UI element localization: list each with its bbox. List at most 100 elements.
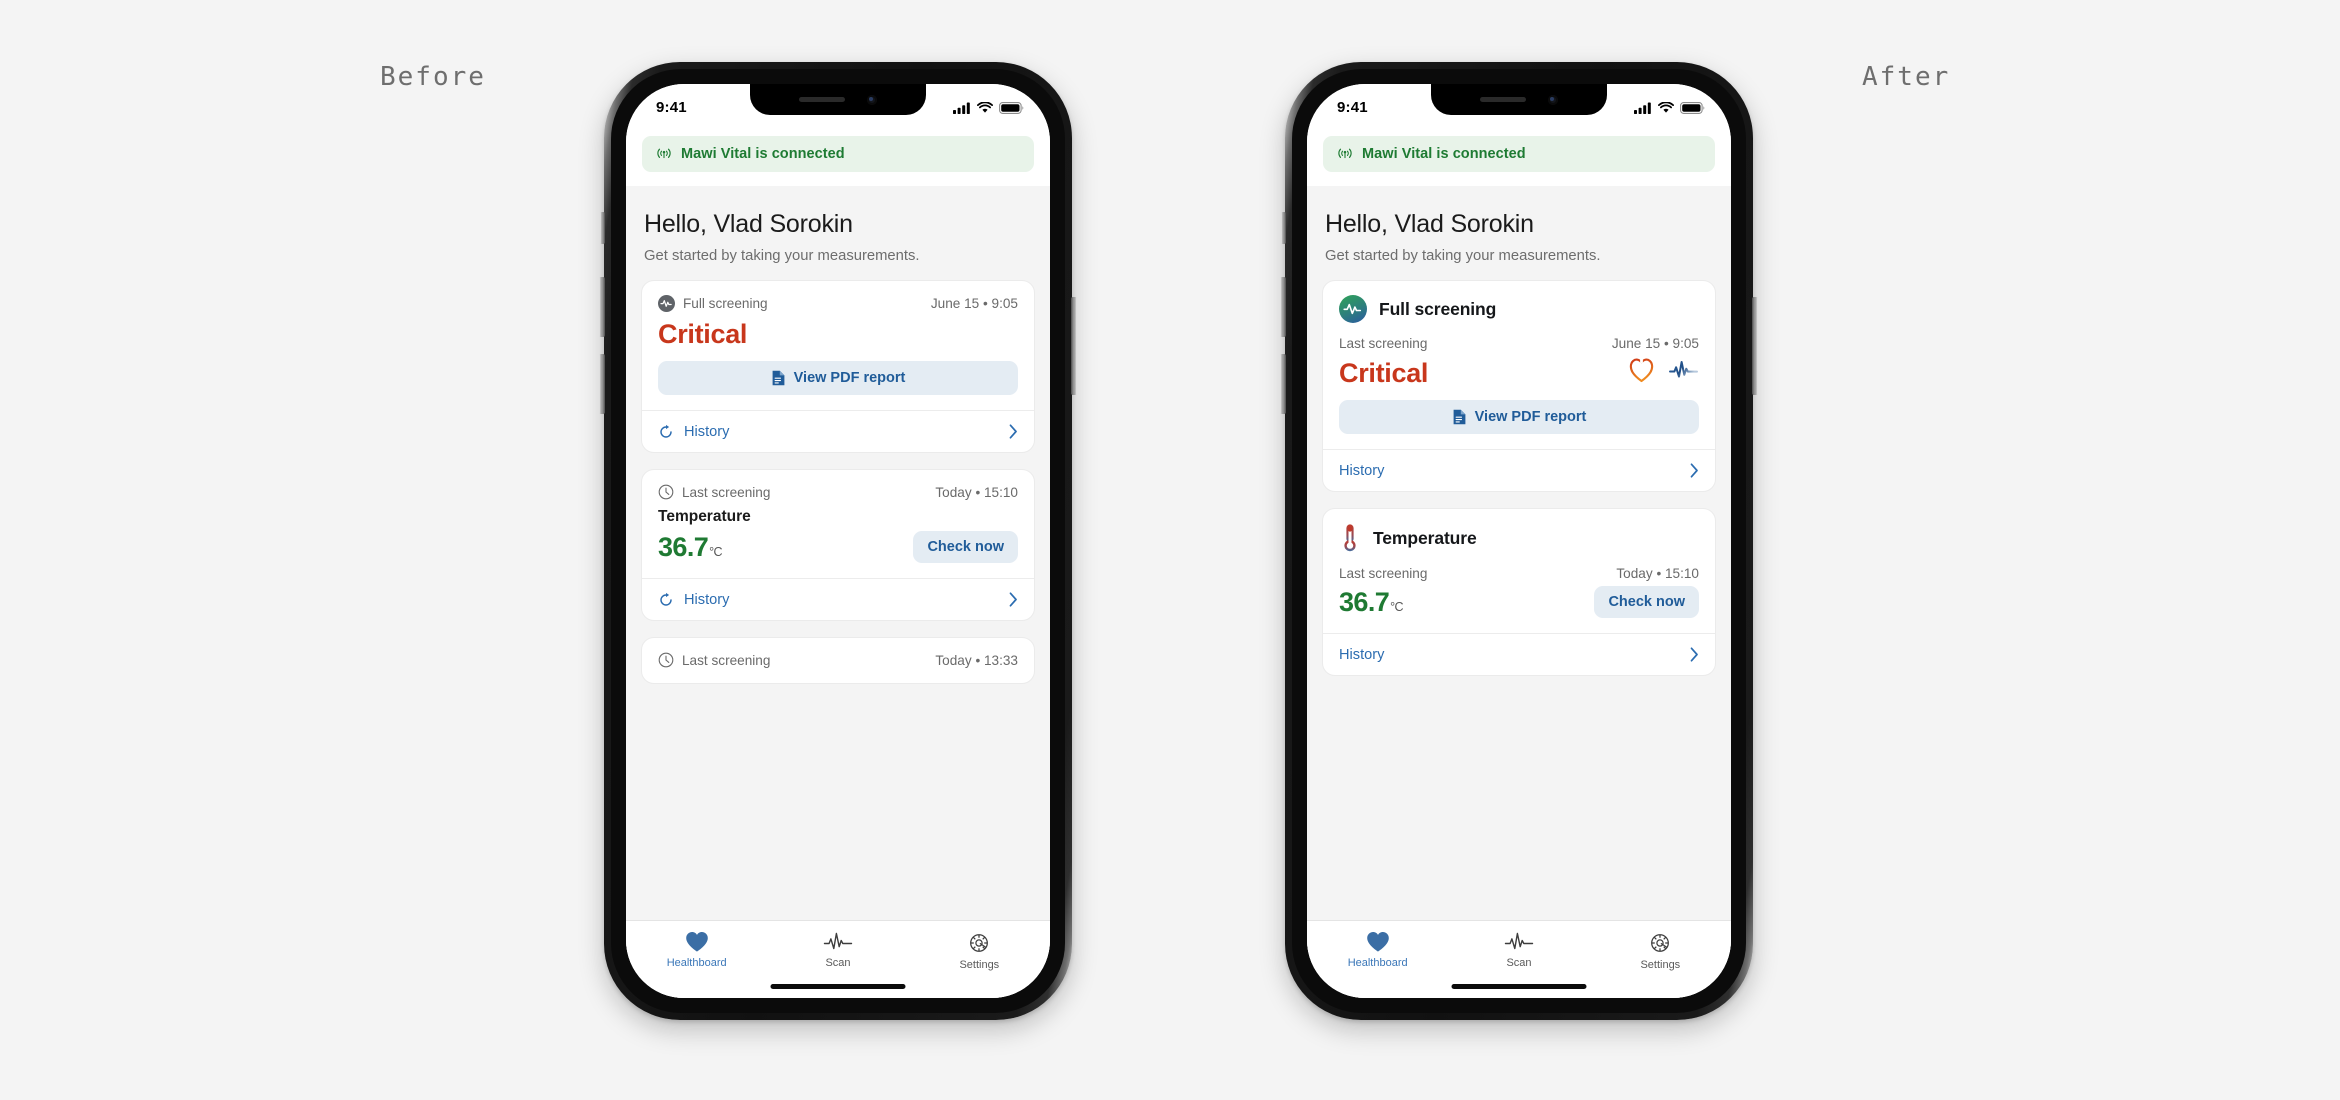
view-pdf-report-label: View PDF report (793, 370, 906, 386)
heart-icon (1366, 932, 1389, 952)
tab-scan-label: Scan (825, 957, 851, 969)
view-pdf-report-label: View PDF report (1474, 409, 1587, 425)
chevron-right-icon (1009, 424, 1017, 439)
heart-outline-icon[interactable] (1628, 356, 1655, 384)
view-pdf-report-button[interactable]: View PDF report (658, 361, 1018, 395)
card-meta-row: Last screening Today • 15:10 (658, 484, 1018, 500)
volume-up-button[interactable] (599, 277, 605, 337)
tab-settings-label: Settings (1640, 959, 1681, 971)
full-screening-meta-label: Full screening (683, 296, 768, 311)
third-card-meta-value: Today • 13:33 (935, 652, 1018, 668)
status-row: Critical (1339, 351, 1699, 389)
temperature-card: Temperature Last screening Today • 15:10… (1322, 508, 1716, 676)
temperature-title: Temperature (658, 508, 751, 525)
card-header-row: Full screening (1339, 295, 1699, 323)
power-button[interactable] (1752, 297, 1758, 395)
ecg-wave-icon[interactable] (1669, 359, 1699, 381)
temperature-value-group: 36.7 °C (1339, 586, 1404, 618)
pulse-circle-gradient-icon (1339, 295, 1367, 323)
document-icon (772, 370, 785, 386)
caption-before: Before (380, 62, 486, 92)
scroll-content-after: Hello, Vlad Sorokin Get started by takin… (1307, 186, 1731, 998)
temperature-meta-value: Today • 15:10 (1616, 566, 1699, 581)
tab-scan-label: Scan (1506, 957, 1532, 969)
broadcast-icon (1338, 148, 1352, 159)
temperature-value-row: 36.7 °C Check now (1339, 586, 1699, 618)
phone-screen-after: 9:41 Mawi Vital is connected Hello, Vlad… (1307, 84, 1731, 998)
refresh-icon (660, 424, 672, 438)
status-icon-group (1634, 101, 1705, 114)
card-body: Last screening Today • 13:33 (642, 638, 1034, 683)
tab-settings-label: Settings (959, 959, 1000, 971)
caption-after: After (1862, 62, 1951, 92)
gear-icon (970, 934, 989, 952)
connection-banner: Mawi Vital is connected (642, 136, 1034, 172)
temperature-meta-label: Last screening (1339, 566, 1428, 581)
clock-icon (658, 652, 674, 668)
temperature-title: Temperature (1373, 527, 1477, 548)
tab-healthboard-label: Healthboard (666, 957, 727, 969)
card-body: Last screening Today • 15:10 Temperature… (642, 470, 1034, 578)
tab-healthboard[interactable]: Healthboard (626, 921, 767, 998)
history-row-temperature[interactable]: History (642, 578, 1034, 620)
home-indicator[interactable] (770, 984, 906, 989)
card-meta-row: Last screening Today • 15:10 (1339, 566, 1699, 581)
history-label: History (684, 423, 730, 440)
temperature-meta-value: Today • 15:10 (935, 484, 1018, 500)
card-meta-left: Last screening (658, 484, 770, 500)
banner-text: Mawi Vital is connected (1362, 146, 1526, 162)
indicator-icon-group (1628, 356, 1699, 384)
mute-switch-button[interactable] (1281, 212, 1286, 244)
tab-healthboard[interactable]: Healthboard (1307, 921, 1448, 998)
chevron-right-icon (1690, 463, 1698, 478)
page-title: Hello, Vlad Sorokin (1325, 210, 1534, 238)
notch (750, 84, 926, 115)
third-card-partial: Last screening Today • 13:33 (641, 637, 1035, 684)
document-icon (1453, 409, 1466, 425)
check-now-button[interactable]: Check now (1594, 586, 1699, 618)
status-badge: Critical (658, 319, 748, 349)
history-row-full-screening[interactable]: History (1323, 449, 1715, 491)
temperature-card: Last screening Today • 15:10 Temperature… (641, 469, 1035, 621)
check-now-button[interactable]: Check now (913, 531, 1018, 563)
full-screening-title: Full screening (1379, 298, 1497, 319)
cellular-signal-icon (953, 102, 970, 114)
volume-down-button[interactable] (1280, 354, 1286, 414)
full-screening-meta-label: Last screening (1339, 336, 1428, 351)
wifi-icon (977, 101, 993, 113)
battery-icon (1680, 101, 1705, 114)
phone-screen-before: 9:41 Mawi Vital is connected Hello, Vlad… (626, 84, 1050, 998)
history-row-full-screening[interactable]: History (642, 410, 1034, 452)
history-label: History (1339, 462, 1385, 479)
battery-icon (999, 101, 1024, 114)
volume-up-button[interactable] (1280, 277, 1286, 337)
tab-settings[interactable]: Settings (909, 921, 1050, 998)
scroll-content-before: Hello, Vlad Sorokin Get started by takin… (626, 186, 1050, 998)
card-body: Temperature Last screening Today • 15:10… (1323, 509, 1715, 633)
heart-icon (685, 932, 708, 952)
connection-banner: Mawi Vital is connected (1323, 136, 1715, 172)
earpiece-speaker-icon (1480, 97, 1526, 102)
history-label: History (684, 591, 730, 608)
power-button[interactable] (1071, 297, 1077, 395)
card-meta-left: Full screening (658, 295, 768, 312)
view-pdf-report-button[interactable]: View PDF report (1339, 400, 1699, 434)
home-indicator[interactable] (1451, 984, 1587, 989)
pulse-circle-icon (658, 295, 675, 312)
status-time: 9:41 (1337, 99, 1368, 116)
volume-down-button[interactable] (599, 354, 605, 414)
gear-icon (1651, 934, 1670, 952)
page-subtitle: Get started by taking your measurements. (644, 248, 920, 264)
banner-text: Mawi Vital is connected (681, 146, 845, 162)
wifi-icon (1658, 101, 1674, 113)
mute-switch-button[interactable] (600, 212, 605, 244)
status-icon-group (953, 101, 1024, 114)
phone-mockup-before: 9:41 Mawi Vital is connected Hello, Vlad… (599, 62, 1077, 1020)
tab-settings[interactable]: Settings (1590, 921, 1731, 998)
page-title: Hello, Vlad Sorokin (644, 210, 853, 238)
temperature-value: 36.7 (658, 531, 709, 562)
front-camera-icon (867, 94, 877, 105)
page-subtitle: Get started by taking your measurements. (1325, 248, 1601, 264)
temperature-value: 36.7 (1339, 586, 1390, 617)
history-row-temperature[interactable]: History (1323, 633, 1715, 675)
